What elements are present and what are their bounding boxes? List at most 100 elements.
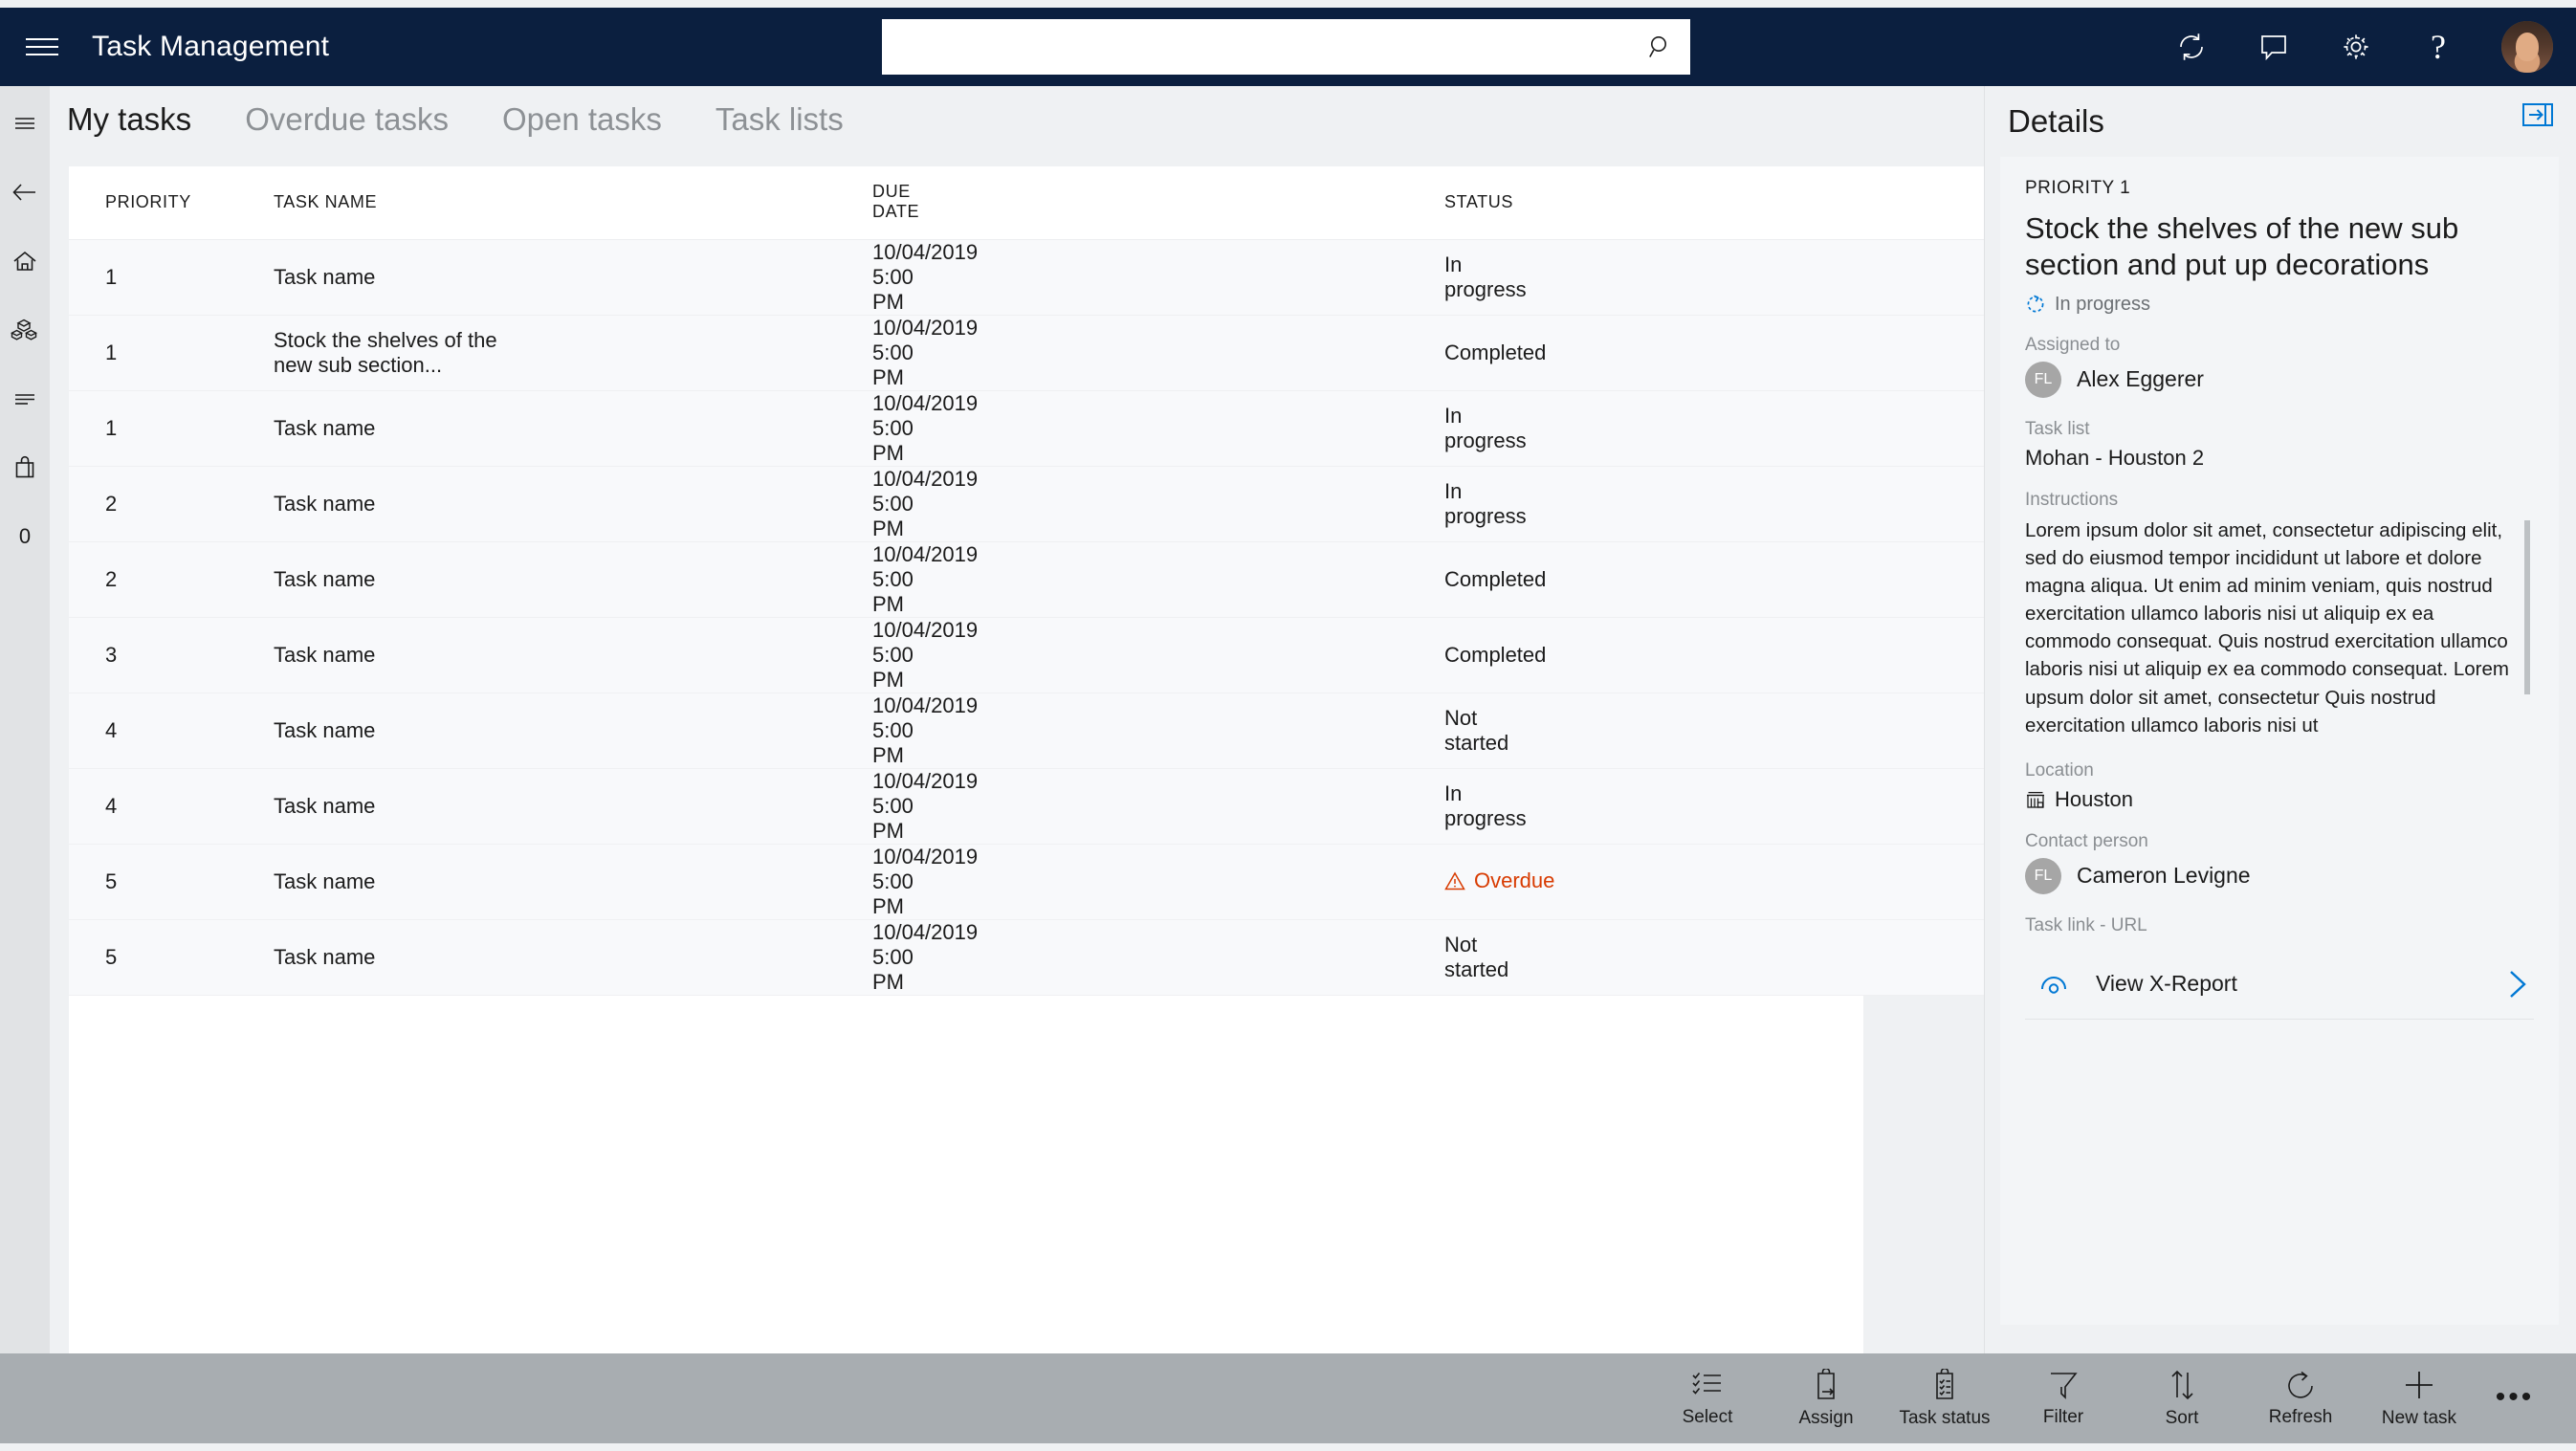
search-icon[interactable] bbox=[1648, 34, 1673, 59]
filter-funnel-icon bbox=[2048, 1370, 2079, 1400]
cell-task-name: Task name bbox=[182, 466, 517, 542]
avatar-face bbox=[2515, 32, 2540, 62]
refresh-button[interactable]: Refresh bbox=[2241, 1353, 2360, 1443]
avatar[interactable] bbox=[2501, 21, 2553, 73]
more-options-icon[interactable]: ••• bbox=[2478, 1353, 2551, 1443]
help-icon[interactable]: ? bbox=[2419, 28, 2457, 66]
cell-priority: 2 bbox=[69, 541, 182, 618]
hamburger-glyph bbox=[26, 33, 58, 61]
cell-due-date: 10/04/2019 5:00 PM bbox=[517, 768, 978, 845]
details-task-list-block: Task list Mohan - Houston 2 bbox=[2025, 419, 2534, 471]
list-icon[interactable] bbox=[0, 375, 50, 423]
task-status-label: Task status bbox=[1899, 1407, 1991, 1428]
column-header-priority[interactable]: PRIORITY bbox=[69, 166, 190, 240]
details-instructions-text: Lorem ipsum dolor sit amet, consectetur … bbox=[2025, 518, 2509, 736]
message-icon[interactable] bbox=[2255, 28, 2293, 66]
tab-overdue-tasks[interactable]: Overdue tasks bbox=[245, 101, 449, 138]
tab-my-tasks[interactable]: My tasks bbox=[67, 101, 191, 138]
cell-due-date: 10/04/2019 5:00 PM bbox=[517, 390, 978, 467]
topbar-actions: ? bbox=[2172, 8, 2553, 86]
home-icon[interactable] bbox=[0, 237, 50, 285]
details-task-link-block: Task link - URL View X-Report bbox=[2025, 915, 2534, 1020]
back-arrow-icon[interactable] bbox=[0, 168, 50, 216]
tab-open-tasks[interactable]: Open tasks bbox=[502, 101, 662, 138]
details-location-value-row: Houston bbox=[2025, 787, 2534, 812]
assign-label: Assign bbox=[1798, 1407, 1854, 1428]
details-location-block: Location Houston bbox=[2025, 760, 2534, 812]
details-instructions-block: Instructions Lorem ipsum dolor sit amet,… bbox=[2025, 490, 2534, 739]
cell-task-name: Task name bbox=[182, 390, 517, 467]
cell-priority: 1 bbox=[69, 390, 182, 467]
refresh-icon[interactable] bbox=[2172, 28, 2211, 66]
sort-label: Sort bbox=[2165, 1407, 2199, 1428]
cell-due-date: 10/04/2019 5:00 PM bbox=[517, 693, 978, 769]
cell-due-date: 10/04/2019 5:00 PM bbox=[517, 239, 978, 316]
cell-priority: 5 bbox=[69, 844, 182, 920]
rail-counter[interactable]: 0 bbox=[0, 513, 50, 561]
collapse-panel-icon[interactable] bbox=[2522, 103, 2553, 126]
cell-due-date: 10/04/2019 5:00 PM bbox=[517, 844, 978, 920]
cell-priority: 3 bbox=[69, 617, 182, 693]
details-status: In progress bbox=[2025, 294, 2534, 316]
details-assigned-to-person[interactable]: FL Alex Eggerer bbox=[2025, 361, 2534, 398]
cell-task-name: Task name bbox=[182, 693, 517, 769]
top-navigation-bar: Task Management ? bbox=[0, 8, 2576, 86]
tab-task-lists[interactable]: Task lists bbox=[716, 101, 844, 138]
task-status-clipboard-icon bbox=[1930, 1368, 1959, 1401]
details-contact-person[interactable]: FL Cameron Levigne bbox=[2025, 857, 2534, 894]
tasks-grid-card: PRIORITY TASK NAME DUE DATE STATUS TASK … bbox=[69, 166, 2349, 1400]
sort-arrows-icon bbox=[2168, 1369, 2196, 1401]
select-list-icon bbox=[1691, 1370, 1724, 1400]
page-title: Task Management bbox=[92, 31, 330, 62]
instructions-scroll-area[interactable]: Lorem ipsum dolor sit amet, consectetur … bbox=[2025, 517, 2534, 739]
status-label: Overdue bbox=[1474, 868, 1555, 892]
gear-icon[interactable] bbox=[2337, 28, 2375, 66]
refresh-label: Refresh bbox=[2268, 1406, 2333, 1427]
details-title: Details bbox=[2008, 103, 2104, 139]
search-container bbox=[882, 19, 1690, 75]
details-header: Details bbox=[1985, 86, 2576, 157]
filter-button[interactable]: Filter bbox=[2004, 1353, 2123, 1443]
in-progress-icon bbox=[2025, 294, 2046, 315]
bag-icon[interactable] bbox=[0, 444, 50, 492]
task-link-row[interactable]: View X-Report bbox=[2025, 950, 2534, 1020]
status-badge: Overdue bbox=[1444, 868, 1554, 893]
select-button[interactable]: Select bbox=[1648, 1353, 1767, 1443]
details-assigned-to-label: Assigned to bbox=[2025, 334, 2121, 355]
filter-label: Filter bbox=[2042, 1406, 2084, 1427]
column-header-due-date[interactable]: DUE DATE bbox=[517, 166, 918, 240]
avatar-initials: FL bbox=[2025, 361, 2061, 398]
task-status-button[interactable]: Task status bbox=[1885, 1353, 2004, 1443]
rail-hamburger-icon[interactable] bbox=[0, 99, 50, 147]
rail-counter-label: 0 bbox=[18, 524, 32, 548]
instructions-scrollbar[interactable] bbox=[2524, 519, 2530, 694]
search-input[interactable] bbox=[882, 19, 1690, 75]
cell-task-name: Task name bbox=[182, 541, 517, 618]
details-location-value: Houston bbox=[2055, 786, 2133, 811]
task-link-text: View X-Report bbox=[2096, 971, 2237, 997]
cell-task-name: Task name bbox=[182, 919, 517, 996]
details-contact-label: Contact person bbox=[2025, 830, 2148, 851]
column-header-status[interactable]: STATUS bbox=[872, 166, 1512, 240]
chevron-right-icon[interactable] bbox=[2505, 967, 2530, 1001]
details-task-title: Stock the shelves of the new sub section… bbox=[2025, 211, 2459, 282]
details-panel: Details PRIORITY 1 Stock the shelves of … bbox=[1984, 86, 2576, 1353]
assign-button[interactable]: Assign bbox=[1767, 1353, 1885, 1443]
refresh-circle-icon bbox=[2285, 1370, 2316, 1400]
store-icon bbox=[2025, 789, 2046, 810]
cell-task-name: Task name bbox=[182, 768, 517, 845]
main-content: My tasks Overdue tasks Open tasks Task l… bbox=[50, 86, 2349, 1400]
plus-icon bbox=[2403, 1369, 2435, 1401]
cell-task-name: Task name bbox=[182, 844, 517, 920]
new-task-button[interactable]: New task bbox=[2360, 1353, 2478, 1443]
cell-due-date: 10/04/2019 5:00 PM bbox=[517, 919, 978, 996]
sort-button[interactable]: Sort bbox=[2123, 1353, 2241, 1443]
cell-priority: 4 bbox=[69, 693, 182, 769]
details-priority: PRIORITY 1 bbox=[2025, 178, 2131, 198]
products-icon[interactable] bbox=[0, 306, 50, 354]
help-glyph: ? bbox=[2431, 28, 2446, 66]
hamburger-icon[interactable] bbox=[0, 8, 84, 86]
column-header-task-name[interactable]: TASK NAME bbox=[182, 166, 517, 240]
details-card: PRIORITY 1 Stock the shelves of the new … bbox=[2000, 157, 2559, 1325]
cell-priority: 5 bbox=[69, 919, 182, 996]
